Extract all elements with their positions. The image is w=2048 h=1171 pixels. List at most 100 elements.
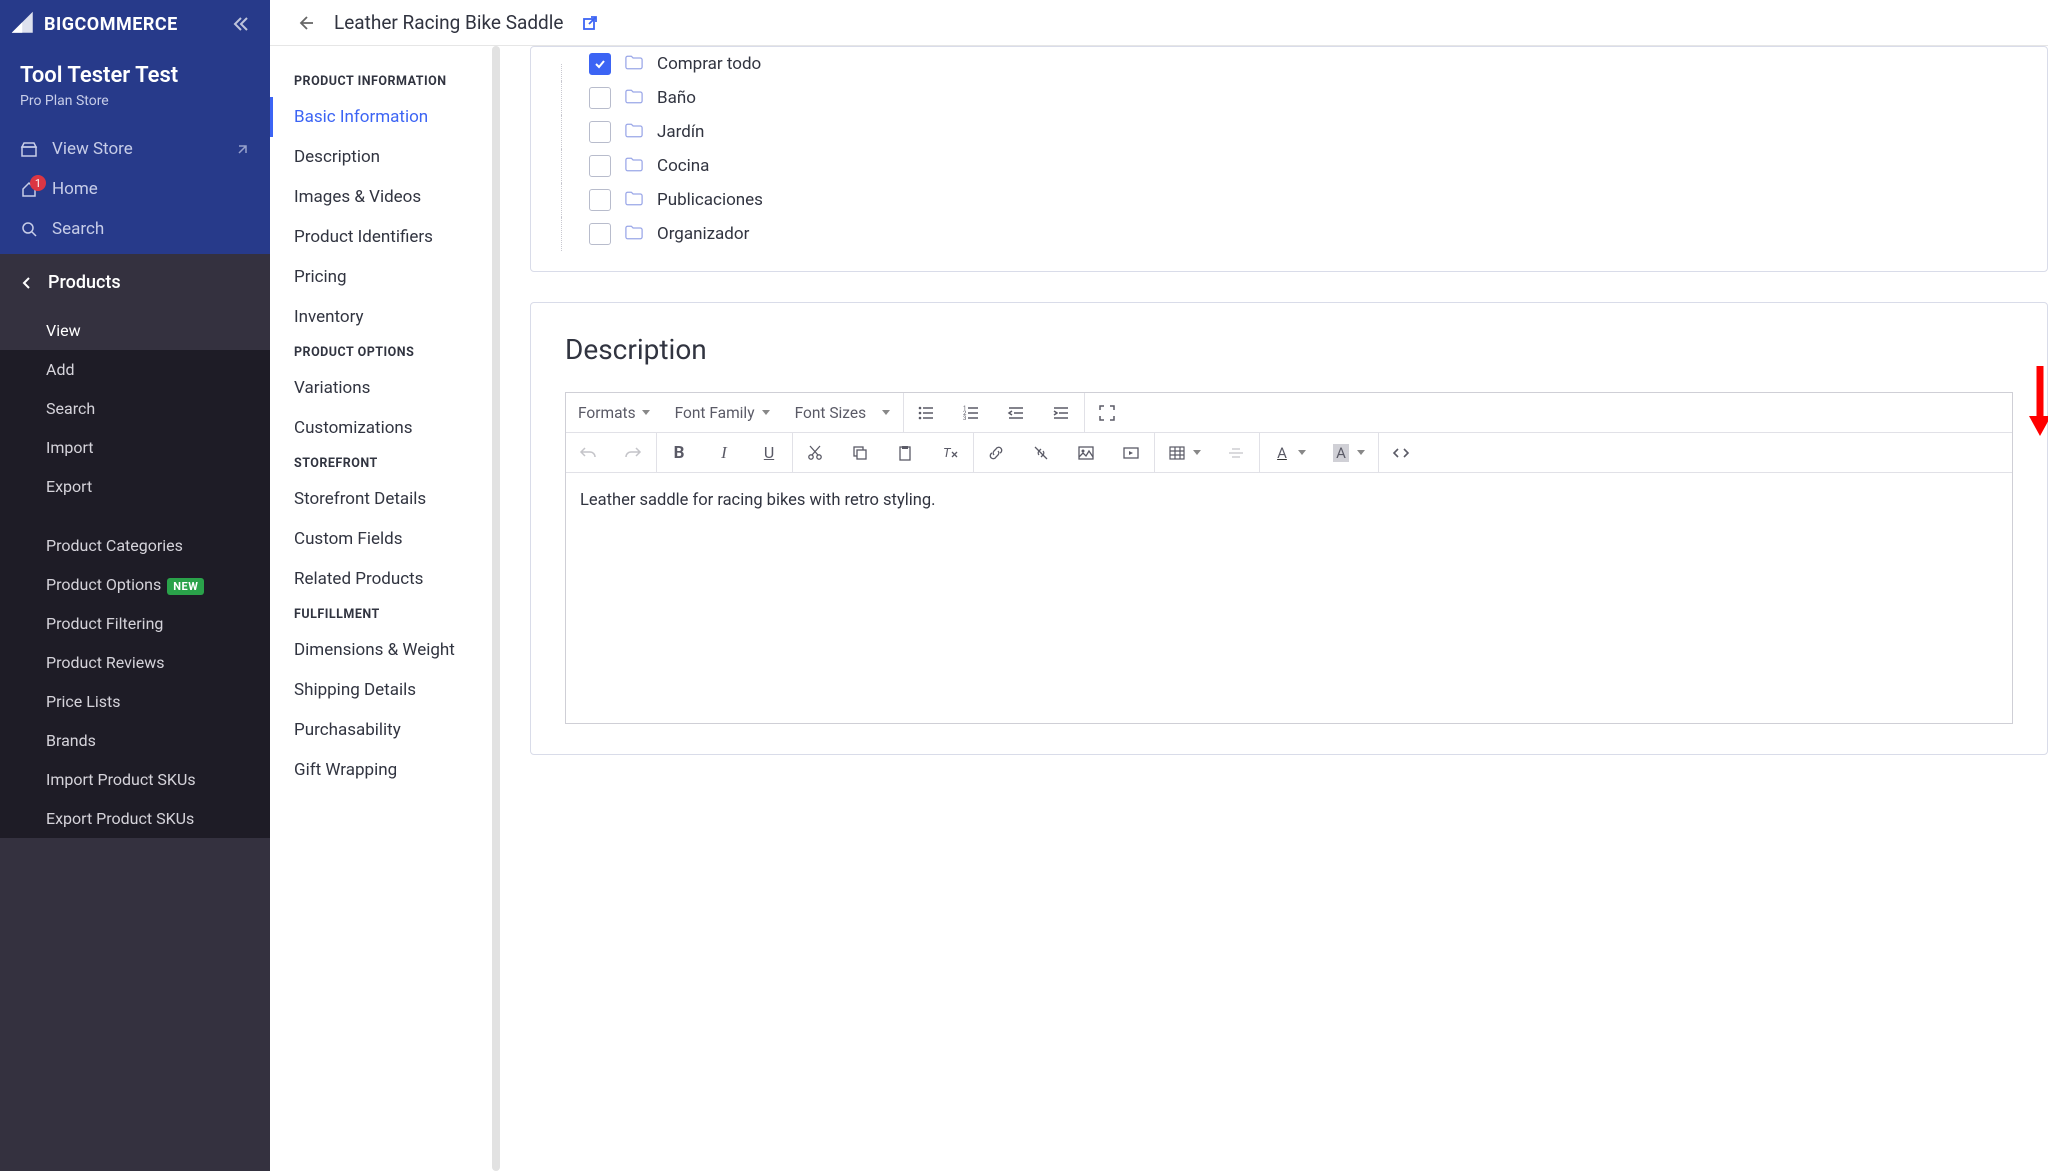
secnav-item-basic-information[interactable]: Basic Information [270, 97, 500, 137]
nav-search[interactable]: Search [0, 209, 270, 249]
bold-button[interactable]: B [657, 433, 702, 472]
indent-icon [1051, 403, 1071, 423]
arrow-left-icon [294, 12, 316, 34]
italic-button[interactable]: I [702, 433, 747, 472]
secnav-item-images-videos[interactable]: Images & Videos [270, 177, 500, 217]
description-card: Description Formats Font Family Font Siz… [530, 302, 2048, 755]
bold-icon: B [669, 443, 689, 463]
horizontal-rule-icon [1226, 443, 1246, 463]
text-color-button[interactable]: A [1260, 433, 1319, 472]
sidebar-item-product-reviews[interactable]: Product Reviews [0, 643, 270, 682]
redo-button[interactable] [611, 433, 656, 472]
ordered-list-button[interactable]: 123 [949, 393, 994, 432]
secnav-item-inventory[interactable]: Inventory [270, 297, 500, 337]
sidebar-item-search[interactable]: Search [0, 389, 270, 428]
clear-formatting-button[interactable]: T [928, 433, 973, 472]
secnav-group-title: STOREFRONT [270, 448, 500, 479]
nav-home[interactable]: 1 Home [0, 169, 270, 209]
caret-down-icon [1357, 450, 1365, 455]
category-label: Organizador [657, 224, 749, 244]
link-button[interactable] [974, 433, 1019, 472]
undo-button[interactable] [566, 433, 611, 472]
category-checkbox[interactable] [589, 223, 611, 245]
sidebar-item-add[interactable]: Add [0, 350, 270, 389]
bg-color-icon: A [1331, 443, 1351, 463]
secnav-item-shipping-details[interactable]: Shipping Details [270, 670, 500, 710]
sidebar-submenu: ViewAddSearchImportExport Product Categor… [0, 311, 270, 838]
sidebar-item-export-product-skus[interactable]: Export Product SKUs [0, 799, 270, 838]
image-button[interactable] [1064, 433, 1109, 472]
indent-button[interactable] [1039, 393, 1084, 432]
secnav-item-gift-wrapping[interactable]: Gift Wrapping [270, 750, 500, 790]
sidebar-item-product-categories[interactable]: Product Categories [0, 526, 270, 565]
sidebar-item-view[interactable]: View [0, 311, 270, 350]
outdent-button[interactable] [994, 393, 1039, 432]
font-family-dropdown[interactable]: Font Family [663, 393, 783, 432]
folder-icon [625, 191, 643, 206]
hr-button[interactable] [1214, 433, 1259, 472]
rich-text-editor: Formats Font Family Font Sizes 123 [565, 392, 2013, 724]
sidebar-item-price-lists[interactable]: Price Lists [0, 682, 270, 721]
video-icon [1121, 443, 1141, 463]
category-label: Publicaciones [657, 190, 763, 210]
category-checkbox[interactable] [589, 155, 611, 177]
chevron-double-left-icon [230, 14, 250, 34]
cut-button[interactable] [793, 433, 838, 472]
sidebar-section-products[interactable]: Products [0, 254, 270, 311]
unlink-button[interactable] [1019, 433, 1064, 472]
brand-logo[interactable]: BIGCOMMERCE [10, 10, 178, 38]
secnav-item-related-products[interactable]: Related Products [270, 559, 500, 599]
table-button[interactable] [1155, 433, 1214, 472]
caret-down-icon [1298, 450, 1306, 455]
formats-dropdown[interactable]: Formats [566, 393, 663, 432]
unordered-list-button[interactable] [904, 393, 949, 432]
category-checkbox[interactable] [589, 121, 611, 143]
undo-icon [578, 443, 598, 463]
underline-button[interactable]: U [747, 433, 792, 472]
sidebar-item-import[interactable]: Import [0, 428, 270, 467]
sidebar-item-brands[interactable]: Brands [0, 721, 270, 760]
description-textarea[interactable]: Leather saddle for racing bikes with ret… [566, 473, 2012, 723]
open-storefront-button[interactable] [581, 14, 599, 32]
category-checkbox[interactable] [589, 87, 611, 109]
bg-color-button[interactable]: A [1319, 433, 1378, 472]
fullscreen-icon [1097, 403, 1117, 423]
secnav-item-customizations[interactable]: Customizations [270, 408, 500, 448]
source-code-button[interactable] [1379, 433, 1424, 472]
text-color-icon: A [1272, 443, 1292, 463]
folder-icon [625, 157, 643, 172]
secnav-item-purchasability[interactable]: Purchasability [270, 710, 500, 750]
search-icon [20, 220, 38, 238]
category-checkbox[interactable] [589, 189, 611, 211]
main: Leather Racing Bike Saddle PRODUCT INFOR… [270, 0, 2048, 1171]
font-sizes-dropdown[interactable]: Font Sizes [783, 393, 903, 432]
sidebar-collapse-button[interactable] [230, 14, 250, 34]
secnav-item-description[interactable]: Description [270, 137, 500, 177]
sidebar-item-import-product-skus[interactable]: Import Product SKUs [0, 760, 270, 799]
description-heading: Description [565, 333, 2013, 366]
fullscreen-button[interactable] [1085, 393, 1130, 432]
secnav-item-product-identifiers[interactable]: Product Identifiers [270, 217, 500, 257]
cut-icon [805, 443, 825, 463]
secnav-item-dimensions-weight[interactable]: Dimensions & Weight [270, 630, 500, 670]
category-label: Baño [657, 88, 696, 108]
secnav-item-custom-fields[interactable]: Custom Fields [270, 519, 500, 559]
video-button[interactable] [1109, 433, 1154, 472]
sidebar-item-product-options[interactable]: Product OptionsNEW [0, 565, 270, 604]
external-link-icon [581, 14, 599, 32]
sidebar-item-product-filtering[interactable]: Product Filtering [0, 604, 270, 643]
secnav-item-pricing[interactable]: Pricing [270, 257, 500, 297]
store-plan: Pro Plan Store [0, 93, 270, 124]
secnav-group-title: PRODUCT OPTIONS [270, 337, 500, 368]
svg-text:3: 3 [963, 415, 966, 422]
back-button[interactable] [294, 12, 316, 34]
paste-button[interactable] [883, 433, 928, 472]
secnav-item-variations[interactable]: Variations [270, 368, 500, 408]
category-checkbox[interactable] [589, 53, 611, 75]
secnav-item-storefront-details[interactable]: Storefront Details [270, 479, 500, 519]
new-badge: NEW [167, 578, 204, 595]
nav-view-store[interactable]: View Store [0, 129, 270, 169]
sidebar-item-export[interactable]: Export [0, 467, 270, 506]
list-ol-icon: 123 [961, 403, 981, 423]
copy-button[interactable] [838, 433, 883, 472]
